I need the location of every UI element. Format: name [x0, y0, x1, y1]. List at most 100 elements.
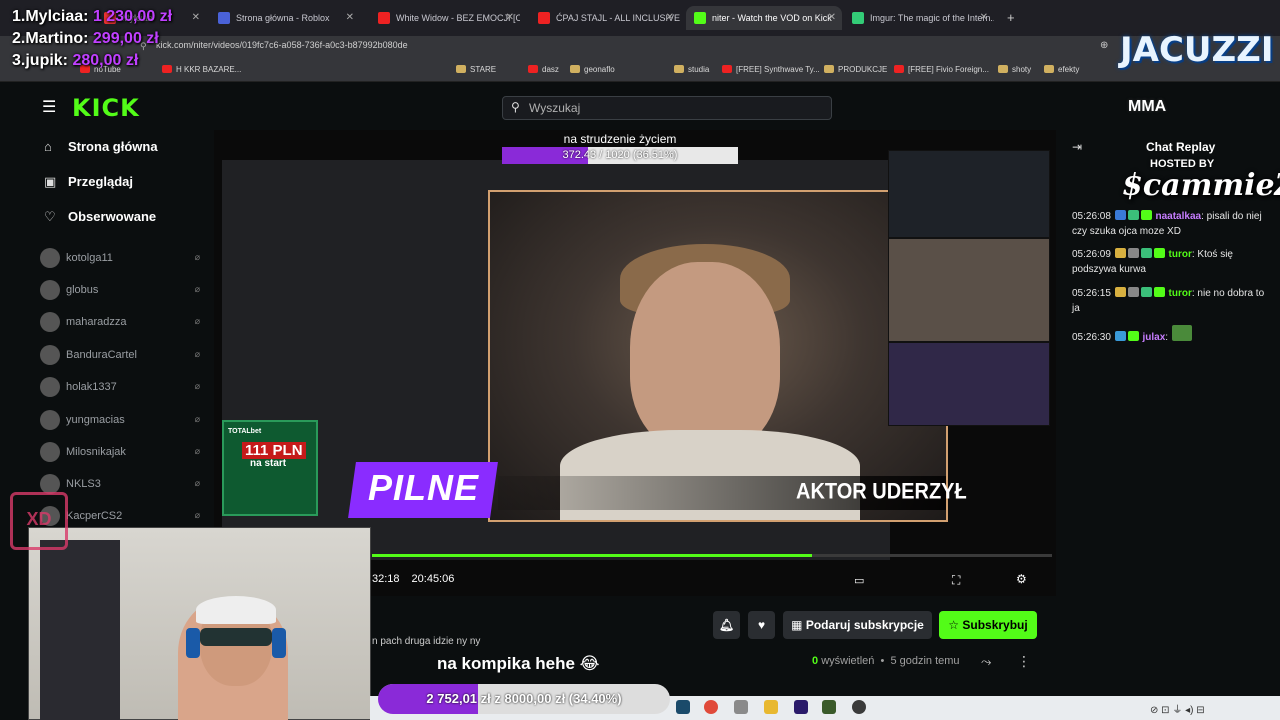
search-icon: ⚲	[511, 100, 520, 114]
mma-logo-text: MMA	[1128, 98, 1167, 115]
chrome-icon[interactable]	[704, 700, 718, 714]
offline-icon: ⌀	[194, 349, 200, 359]
sidebar-channel[interactable]: holak1337 ⌀	[40, 377, 206, 399]
goal-title: na strudzenie życiem	[563, 132, 677, 146]
sidebar-channel[interactable]: BanduraCartel ⌀	[40, 345, 206, 367]
obs-icon[interactable]	[852, 700, 866, 714]
streamer-face	[630, 262, 780, 452]
player-timeline[interactable]	[372, 554, 1052, 557]
offline-icon: ⌀	[194, 414, 200, 424]
pepe-emote-icon	[1171, 325, 1192, 341]
folder-icon[interactable]	[764, 700, 778, 714]
bookmark[interactable]: H KKR BAZARE...	[162, 65, 241, 74]
browser-tab[interactable]: Strona główna - Roblox ✕	[210, 6, 360, 30]
sidebar-channel[interactable]: kotolga11 ⌀	[40, 248, 206, 270]
sidebar-channel[interactable]: yungmacias ⌀	[40, 410, 206, 432]
sidebar-channel[interactable]: globus ⌀	[40, 280, 206, 302]
close-icon[interactable]: ✕	[506, 6, 514, 30]
close-icon[interactable]: ✕	[666, 6, 674, 30]
badge-icon	[1114, 210, 1126, 220]
badge-icon	[1127, 248, 1139, 258]
nav-browse[interactable]: ▣ Przeglądaj	[44, 174, 133, 190]
badge-icon	[1140, 210, 1152, 220]
guest-camera-1	[888, 150, 1050, 238]
bookmark[interactable]: STARE	[456, 65, 496, 74]
chat-title: Chat Replay	[1146, 140, 1216, 154]
bookmark[interactable]: dasz	[528, 65, 559, 74]
badge-icon	[1114, 331, 1126, 341]
avatar	[40, 248, 60, 268]
close-icon[interactable]: ✕	[828, 6, 836, 30]
player-timecode: 32:18 20:45:06	[372, 573, 455, 585]
menu-icon[interactable]: ☰	[42, 97, 56, 117]
nav-following[interactable]: ♡ Obserwowane	[44, 209, 156, 225]
webcam-person-glasses	[200, 628, 272, 646]
app-icon[interactable]	[822, 700, 836, 714]
collapse-chat-icon[interactable]: ⇥	[1072, 140, 1082, 154]
browser-tab[interactable]: Imgur: The magic of the Intern... ✕	[844, 6, 994, 30]
theater-mode-icon[interactable]: ▭	[854, 574, 864, 587]
top-donor: 1.Mylciaa: 1 230,00 zł	[12, 8, 173, 25]
bookmark[interactable]: studia	[674, 65, 709, 74]
sidebar-channel[interactable]: Milosnikajak ⌀	[40, 442, 206, 464]
webcam-background-clothes	[40, 540, 120, 720]
video-subtitle: n pach druga idzie ny ny	[372, 636, 481, 647]
bookmark[interactable]: shoty	[998, 65, 1031, 74]
video-meta: 0 wyświetleń • 5 godzin temu	[812, 655, 960, 667]
bookmark[interactable]: efekty	[1044, 65, 1079, 74]
gift-subs-button[interactable]: ▦ Podaruj subskrypcje	[783, 611, 932, 639]
fullscreen-icon[interactable]: ⛶	[952, 573, 960, 588]
close-icon[interactable]: ✕	[980, 6, 988, 30]
close-icon[interactable]: ✕	[192, 6, 200, 30]
badge-icon	[1153, 287, 1165, 297]
bookmark[interactable]: [FREE] Fivio Foreign...	[894, 65, 989, 74]
offline-icon: ⌀	[194, 252, 200, 262]
avatar	[40, 280, 60, 300]
top-donor: 2.Martino: 299,00 zł	[12, 30, 159, 47]
heart-icon: ♡	[44, 209, 56, 224]
bookmark[interactable]: PRODUKCJE	[824, 65, 887, 74]
more-options-icon[interactable]: ⋮	[1017, 653, 1031, 670]
follow-button[interactable]: ♥	[748, 611, 775, 639]
url-field[interactable]: kick.com/niter/videos/019fc7c6-a058-736f…	[156, 40, 408, 50]
nav-home[interactable]: ⌂ Strona główna	[44, 139, 158, 154]
new-tab-button[interactable]: +	[1007, 10, 1015, 25]
guest-camera-3	[888, 342, 1050, 426]
folder-icon	[998, 65, 1008, 73]
search-input[interactable]: ⚲ Wyszukaj	[502, 96, 832, 120]
close-icon[interactable]: ✕	[346, 6, 354, 30]
offline-icon: ⌀	[194, 284, 200, 294]
folder-icon	[674, 65, 684, 73]
premiere-icon[interactable]	[794, 700, 808, 714]
badge-icon	[1140, 287, 1152, 297]
ad-brand: TOTALbet	[228, 428, 262, 435]
headphones-left	[186, 628, 200, 658]
tray-icons[interactable]: ⊘ ⊡ ⏚ ◂) ⊟	[1150, 701, 1205, 716]
share-icon[interactable]: ⤳	[981, 654, 991, 670]
kick-logo[interactable]: KICK	[72, 94, 140, 122]
zoom-icon[interactable]: ⊕	[1100, 40, 1108, 51]
subscribe-button[interactable]: ☆ Subskrybuj	[939, 611, 1037, 639]
kick-favicon	[694, 12, 706, 24]
settings-gear-icon[interactable]: ⚙	[1016, 572, 1027, 586]
folder-icon	[824, 65, 834, 73]
webcam-person-cap	[196, 596, 276, 624]
steam-icon[interactable]	[676, 700, 690, 714]
tool-icon[interactable]	[734, 700, 748, 714]
xd-overlay-icon: XD	[10, 492, 68, 550]
sidebar-channel[interactable]: maharadzza ⌀	[40, 312, 206, 334]
browser-tab[interactable]: ĆPAJ STAJL - ALL INCLUSIVE - Y...✕	[530, 6, 680, 30]
avatar	[40, 312, 60, 332]
badge-icon	[1127, 331, 1139, 341]
headline-text: AKTOR UDERZYŁ	[796, 479, 967, 505]
breaking-badge-text: PILNE	[368, 467, 480, 508]
browser-tab-active[interactable]: niter - Watch the VOD on Kick ✕	[686, 6, 842, 30]
notifications-button[interactable]: 🔔︎	[713, 611, 740, 639]
bookmark[interactable]: [FREE] Synthwave Ty...	[722, 65, 820, 74]
video-title: na kompika hehe 😂	[437, 654, 600, 673]
offline-icon: ⌀	[194, 316, 200, 326]
bookmark[interactable]: geonaflo	[570, 65, 615, 74]
donation-goal-bar: 2 752,01 zł z 8000,00 zł (34.40%)	[378, 684, 670, 714]
browser-tab[interactable]: White Widow - BEZ EMOCJI [O... ✕	[370, 6, 520, 30]
avatar	[40, 345, 60, 365]
